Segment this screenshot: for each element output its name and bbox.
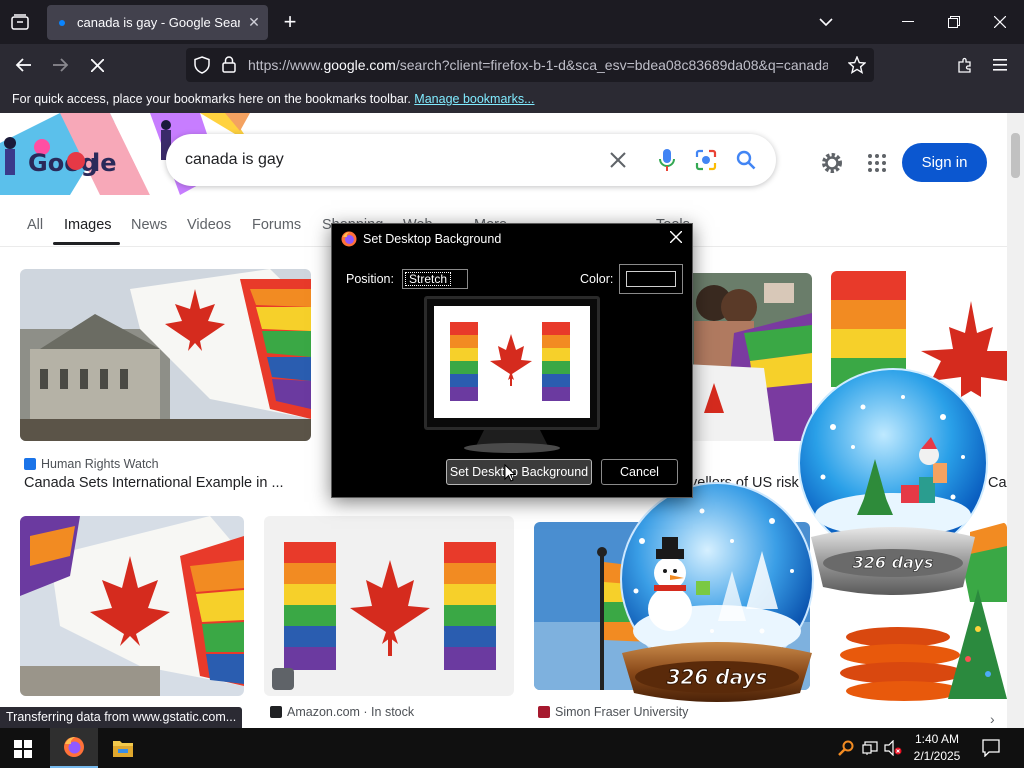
source-name: Human Rights Watch: [41, 457, 159, 471]
svg-text:Goog: Goog: [28, 149, 98, 177]
action-center-icon[interactable]: [982, 739, 1000, 762]
source-name: Amazon.com · In stock: [287, 705, 415, 719]
result-source-1[interactable]: Human Rights Watch: [24, 457, 159, 471]
url-bar[interactable]: https://www.google.com/search?client=fir…: [186, 48, 874, 82]
color-picker-button[interactable]: [619, 264, 683, 294]
source-favicon: [24, 458, 36, 470]
manage-bookmarks-link[interactable]: Manage bookmarks...: [414, 92, 534, 106]
tab-google-search[interactable]: canada is gay - Google Search ✕: [47, 5, 268, 40]
close-window-icon[interactable]: [988, 11, 1012, 33]
nav-bar: https://www.google.com/search?client=fir…: [0, 44, 1024, 86]
image-result-4[interactable]: [20, 516, 244, 696]
mouse-cursor-icon: [504, 463, 517, 487]
snow-globe-widget-right[interactable]: 326 days: [793, 367, 993, 597]
set-desktop-background-button[interactable]: Set Desktop Background: [446, 459, 592, 485]
christmas-tree-decoration[interactable]: [828, 579, 1007, 719]
result-source-6[interactable]: Simon Fraser University: [538, 705, 688, 719]
tracking-protection-icon[interactable]: [194, 56, 210, 79]
tray-search-icon[interactable]: [838, 740, 854, 761]
tab-news[interactable]: News: [131, 217, 167, 233]
lock-icon[interactable]: [222, 56, 236, 78]
clock-date: 2/1/2025: [913, 749, 961, 763]
source-favicon: [270, 706, 282, 718]
bookmark-star-icon[interactable]: [847, 55, 867, 79]
position-label: Position:: [346, 272, 394, 286]
cancel-button[interactable]: Cancel: [601, 459, 678, 485]
sign-in-button[interactable]: Sign in: [902, 143, 987, 182]
dialog-title-bar: Set Desktop Background: [332, 224, 692, 254]
firefox-logo-icon: [341, 231, 357, 247]
windows-taskbar: 1:40 AM 2/1/2025: [0, 728, 1024, 768]
status-bar: Transferring data from www.gstatic.com..…: [0, 707, 243, 728]
lens-icon[interactable]: [695, 149, 717, 176]
color-swatch: [626, 271, 676, 287]
search-icon[interactable]: [736, 150, 756, 175]
clock[interactable]: 1:40 AM 2/1/2025: [906, 731, 968, 765]
tab-forums[interactable]: Forums: [252, 217, 301, 233]
image-result-5[interactable]: [264, 516, 514, 696]
monitor-preview: [424, 296, 600, 456]
active-tab-indicator: [53, 242, 120, 245]
firefox-icon: [63, 736, 85, 763]
minimize-icon[interactable]: [896, 11, 920, 33]
page-scrollbar[interactable]: [1007, 113, 1024, 728]
restore-icon[interactable]: [942, 11, 966, 33]
title-bar: canada is gay - Google Search ✕ +: [0, 0, 1024, 44]
image-result-1[interactable]: [20, 269, 311, 441]
web-page: Goog le canada is gay Sign in All Images…: [0, 113, 1007, 728]
start-button-icon[interactable]: [14, 740, 32, 763]
result-title-1[interactable]: Canada Sets International Example in ...: [24, 475, 284, 491]
search-box[interactable]: canada is gay: [166, 134, 776, 186]
tab-images[interactable]: Images: [64, 217, 112, 233]
set-desktop-background-dialog: Set Desktop Background Position: Stretch…: [331, 223, 693, 498]
svg-text:le: le: [92, 149, 117, 177]
bookmarks-hint: For quick access, place your bookmarks h…: [12, 92, 411, 106]
loading-indicator: [59, 19, 65, 26]
tab-close-icon[interactable]: ✕: [240, 14, 268, 31]
scroll-right-icon[interactable]: ›: [990, 711, 995, 727]
volume-muted-icon[interactable]: [884, 739, 902, 761]
list-all-tabs-icon[interactable]: [814, 11, 838, 33]
source-favicon: [538, 706, 550, 718]
apps-grid-icon[interactable]: [868, 154, 886, 177]
tab-title: canada is gay - Google Search: [77, 15, 240, 30]
color-label: Color:: [580, 272, 614, 286]
scrollbar-thumb[interactable]: [1011, 133, 1020, 178]
days-counter-right: 326 days: [853, 553, 934, 572]
clear-search-icon[interactable]: [610, 152, 626, 173]
taskbar-firefox[interactable]: [50, 728, 98, 768]
snow-globe-widget-left[interactable]: 326 days: [612, 481, 822, 703]
settings-gear-icon[interactable]: [820, 151, 844, 180]
stop-icon[interactable]: [84, 52, 110, 78]
source-name: Simon Fraser University: [555, 705, 689, 719]
dialog-close-icon[interactable]: [669, 230, 683, 246]
search-input[interactable]: canada is gay: [185, 134, 284, 186]
dialog-title: Set Desktop Background: [363, 232, 502, 246]
new-tab-icon[interactable]: +: [278, 9, 302, 34]
result-source-5[interactable]: Amazon.com · In stock: [270, 705, 414, 719]
tab-videos[interactable]: Videos: [187, 217, 231, 233]
clock-time: 1:40 AM: [914, 732, 960, 746]
back-icon[interactable]: [10, 52, 36, 78]
extensions-icon[interactable]: [952, 52, 978, 78]
days-counter-left: 326 days: [667, 665, 768, 689]
position-value: Stretch: [405, 272, 452, 286]
app-menu-icon[interactable]: [987, 52, 1013, 78]
file-explorer-icon[interactable]: [112, 738, 134, 763]
network-icon[interactable]: [862, 740, 878, 761]
position-select[interactable]: Stretch: [402, 269, 468, 289]
tab-list-icon[interactable]: [8, 11, 32, 33]
forward-icon[interactable]: [48, 52, 74, 78]
bookmarks-toolbar: For quick access, place your bookmarks h…: [0, 86, 1024, 113]
tab-all[interactable]: All: [27, 217, 43, 233]
voice-search-icon[interactable]: [659, 148, 675, 177]
url-text[interactable]: https://www.google.com/search?client=fir…: [248, 48, 828, 82]
